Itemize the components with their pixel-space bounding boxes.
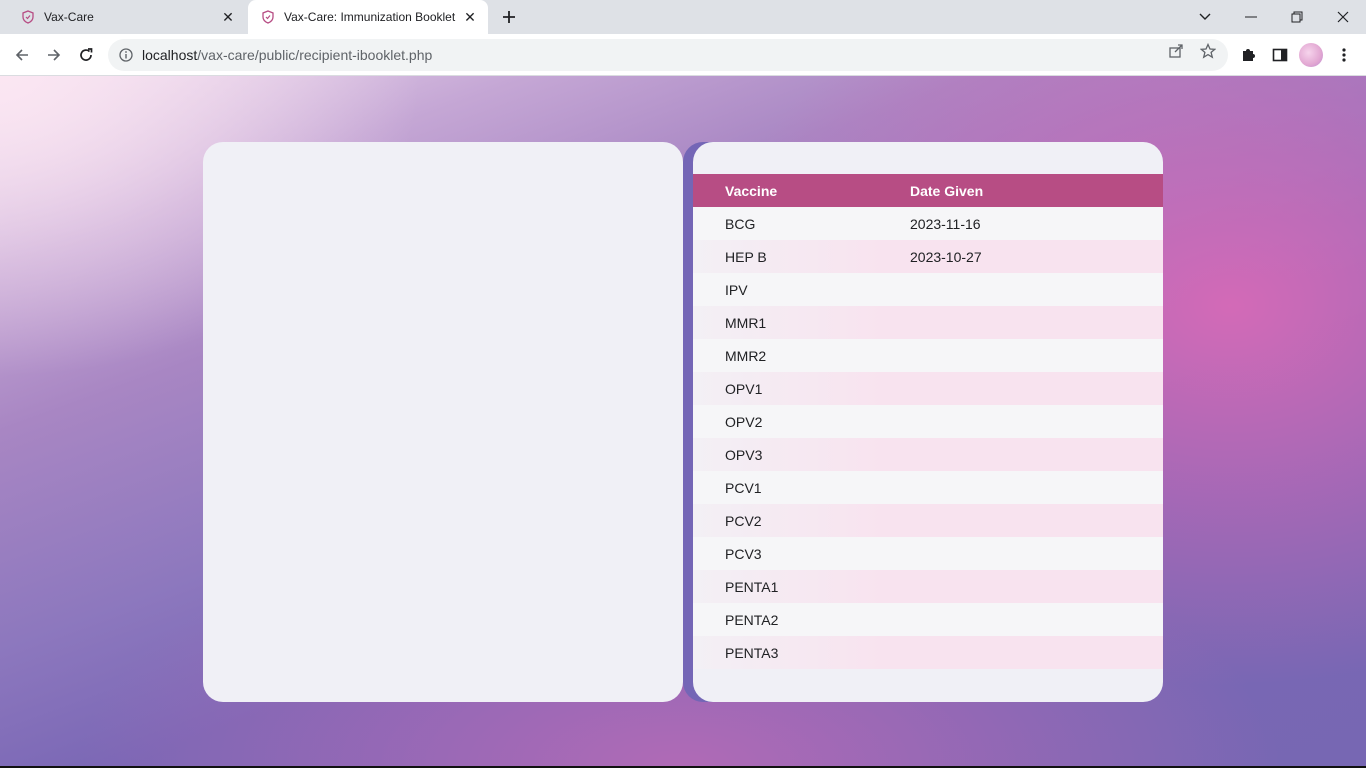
restore-icon[interactable] <box>1274 0 1320 34</box>
vaccine-name: HEP B <box>725 248 767 265</box>
table-row: OPV3 <box>693 438 1163 471</box>
vaccine-name: OPV3 <box>725 446 763 463</box>
url-path: /vax-care/public/recipient-ibooklet.php <box>197 47 433 63</box>
date-given: 2023-11-16 <box>910 215 981 232</box>
browser-tab-active[interactable]: Vax-Care: Immunization Booklet ✕ <box>248 0 488 34</box>
share-icon[interactable] <box>1167 42 1185 60</box>
side-panel-icon[interactable] <box>1267 42 1293 68</box>
url-host: localhost <box>142 47 198 63</box>
vaccine-name: MMR1 <box>725 314 767 331</box>
table-row: IPV <box>693 273 1163 306</box>
booklet-right-page: Vaccine Date Given BCG 2023-11-16 HEP B 202… <box>693 142 1163 702</box>
browser-toolbar: localhost/vax-care/public/recipient-iboo… <box>0 34 1366 76</box>
browser-tab-bar: Vax-Care ✕ Vax-Care: Immunization Bookle… <box>0 0 1366 34</box>
table-row: PCV3 <box>693 537 1163 570</box>
site-info-icon[interactable] <box>118 47 134 63</box>
table-row: HEP B 2023-10-27 <box>693 240 1163 273</box>
immunization-booklet: Vaccine Date Given BCG 2023-11-16 HEP B 202… <box>203 142 1163 702</box>
vaccine-name: PCV1 <box>725 479 762 496</box>
table-row: PCV1 <box>693 471 1163 504</box>
reload-icon[interactable] <box>73 42 99 68</box>
table-row: PENTA1 <box>693 570 1163 603</box>
date-given: 2023-10-27 <box>910 248 982 265</box>
new-tab-icon[interactable] <box>498 6 520 28</box>
close-icon[interactable]: ✕ <box>220 9 236 25</box>
vaccine-table: Vaccine Date Given BCG 2023-11-16 HEP B 202… <box>693 174 1163 669</box>
tab-title: Vax-Care <box>44 10 94 24</box>
vaccine-name: OPV1 <box>725 380 763 397</box>
address-bar[interactable]: localhost/vax-care/public/recipient-iboo… <box>108 39 1228 71</box>
table-row: BCG 2023-11-16 <box>693 207 1163 240</box>
close-window-icon[interactable] <box>1320 0 1366 34</box>
profile-avatar[interactable] <box>1299 43 1323 67</box>
vaccine-name: BCG <box>725 215 756 232</box>
vaccine-name: PENTA2 <box>725 611 779 628</box>
forward-arrow-icon[interactable] <box>41 42 67 68</box>
table-row: PCV2 <box>693 504 1163 537</box>
url-text[interactable]: localhost/vax-care/public/recipient-iboo… <box>142 47 1228 63</box>
more-menu-icon[interactable] <box>1331 42 1357 68</box>
extensions-puzzle-icon[interactable] <box>1235 42 1261 68</box>
vaccine-name: PENTA1 <box>725 578 779 595</box>
booklet-left-page <box>203 142 683 702</box>
back-arrow-icon[interactable] <box>9 42 35 68</box>
tab-title: Vax-Care: Immunization Booklet <box>284 10 456 24</box>
header-vaccine: Vaccine <box>725 182 778 199</box>
page-background: Vaccine Date Given BCG 2023-11-16 HEP B 202… <box>0 76 1366 766</box>
vaccine-name: MMR2 <box>725 347 767 364</box>
table-row: OPV2 <box>693 405 1163 438</box>
tab-search-chevron-icon[interactable] <box>1182 0 1228 34</box>
shield-favicon-icon <box>260 9 276 25</box>
shield-favicon-icon <box>20 9 36 25</box>
vaccine-name: PENTA3 <box>725 644 779 661</box>
bookmark-star-icon[interactable] <box>1199 42 1217 60</box>
table-header-row: Vaccine Date Given <box>693 174 1163 207</box>
table-row: MMR2 <box>693 339 1163 372</box>
vaccine-name: PCV3 <box>725 545 762 562</box>
table-row: MMR1 <box>693 306 1163 339</box>
vaccine-name: PCV2 <box>725 512 762 529</box>
close-icon[interactable]: ✕ <box>462 9 478 25</box>
minimize-icon[interactable] <box>1228 0 1274 34</box>
vaccine-name: OPV2 <box>725 413 763 430</box>
vaccine-name: IPV <box>725 281 748 298</box>
table-row: OPV1 <box>693 372 1163 405</box>
browser-tab[interactable]: Vax-Care ✕ <box>8 0 246 34</box>
header-date-given: Date Given <box>910 182 984 199</box>
table-row: PENTA3 <box>693 636 1163 669</box>
table-row: PENTA2 <box>693 603 1163 636</box>
